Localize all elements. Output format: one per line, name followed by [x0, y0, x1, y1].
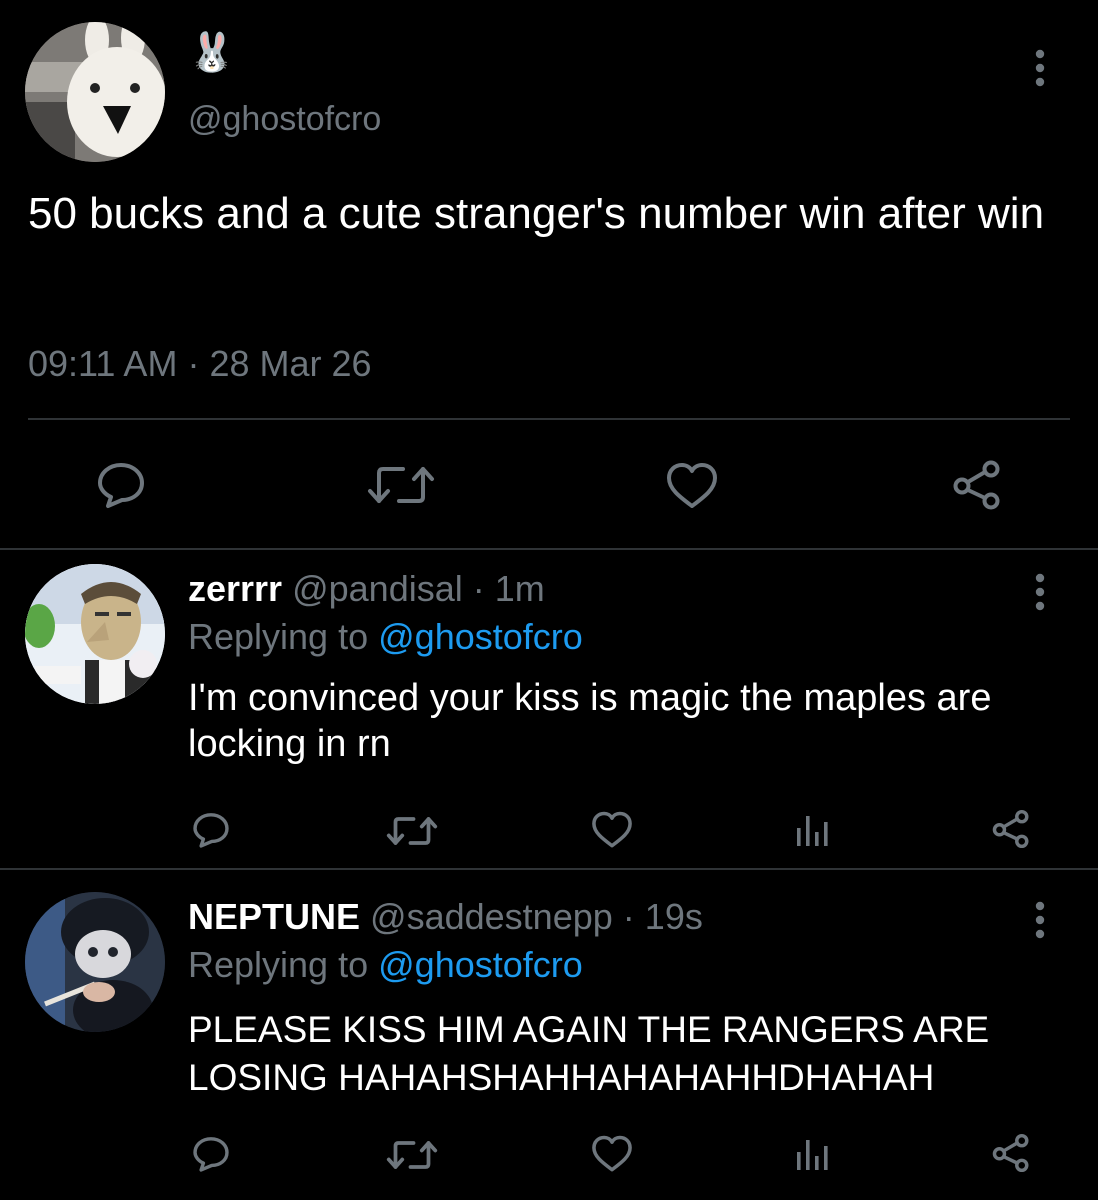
reply-icon[interactable]	[188, 1132, 234, 1176]
reply-header: NEPTUNE @saddestnepp · 19s	[188, 894, 703, 940]
timestamp-divider	[28, 418, 1070, 420]
retweet-icon[interactable]	[383, 1134, 441, 1176]
reply-separator: ·	[472, 568, 485, 609]
reply-header: zerrrr @pandisal · 1m	[188, 566, 545, 612]
replying-to-handle[interactable]: @ghostofcro	[378, 944, 583, 985]
replying-to-line: Replying to @ghostofcro	[188, 614, 583, 660]
reply-icon[interactable]	[90, 456, 152, 514]
reply-handle[interactable]: @pandisal	[292, 568, 463, 609]
reply-tweet[interactable]: NEPTUNE @saddestnepp · 19s Replying to @…	[0, 870, 1098, 1200]
more-options-icon[interactable]	[1022, 898, 1058, 942]
analytics-icon[interactable]	[792, 808, 832, 852]
share-icon[interactable]	[988, 1130, 1034, 1176]
timestamp-separator: ·	[187, 343, 200, 384]
reply-time: 19s	[644, 896, 703, 937]
handle[interactable]: @ghostofcro	[188, 98, 381, 140]
replying-to-line: Replying to @ghostofcro	[188, 942, 583, 988]
tweet-time: 09:11 AM	[28, 343, 178, 384]
avatar-cartoon-image	[25, 564, 165, 704]
reply-time: 1m	[494, 568, 545, 609]
reply-icon[interactable]	[188, 808, 234, 852]
analytics-icon[interactable]	[792, 1132, 832, 1176]
replying-to-handle[interactable]: @ghostofcro	[378, 616, 583, 657]
avatar-photo-image	[25, 892, 165, 1032]
tweet-text: 50 bucks and a cute stranger's number wi…	[28, 189, 1045, 238]
main-tweet: 🐰 @ghostofcro 50 bucks and a cute strang…	[0, 0, 1098, 548]
like-icon[interactable]	[660, 458, 724, 514]
like-icon[interactable]	[588, 1132, 636, 1176]
avatar-bunny-image	[25, 22, 165, 162]
retweet-icon[interactable]	[383, 810, 441, 852]
share-icon[interactable]	[948, 456, 1006, 514]
display-name: 🐰	[188, 32, 236, 74]
retweet-icon[interactable]	[362, 458, 440, 512]
more-options-icon[interactable]	[1022, 570, 1058, 614]
reply-display-name[interactable]: zerrrr	[188, 568, 282, 609]
avatar[interactable]	[25, 22, 165, 162]
tweet-date: 28 Mar 26	[209, 343, 372, 384]
reply-text: PLEASE KISS HIM AGAIN THE RANGERS ARE LO…	[188, 1009, 990, 1098]
reply-text: I'm convinced your kiss is magic the map…	[188, 677, 992, 765]
avatar[interactable]	[25, 564, 165, 704]
reply-separator: ·	[622, 896, 635, 937]
reply-handle[interactable]: @saddestnepp	[370, 896, 613, 937]
reply-display-name[interactable]: NEPTUNE	[188, 896, 360, 937]
like-icon[interactable]	[588, 808, 636, 852]
avatar[interactable]	[25, 892, 165, 1032]
replying-to-label: Replying to	[188, 944, 369, 985]
share-icon[interactable]	[988, 806, 1034, 852]
more-options-icon[interactable]	[1022, 44, 1058, 92]
reply-tweet[interactable]: zerrrr @pandisal · 1m Replying to @ghost…	[0, 550, 1098, 868]
replying-to-label: Replying to	[188, 616, 369, 657]
tweet-timestamp: 09:11 AM · 28 Mar 26	[28, 340, 372, 388]
